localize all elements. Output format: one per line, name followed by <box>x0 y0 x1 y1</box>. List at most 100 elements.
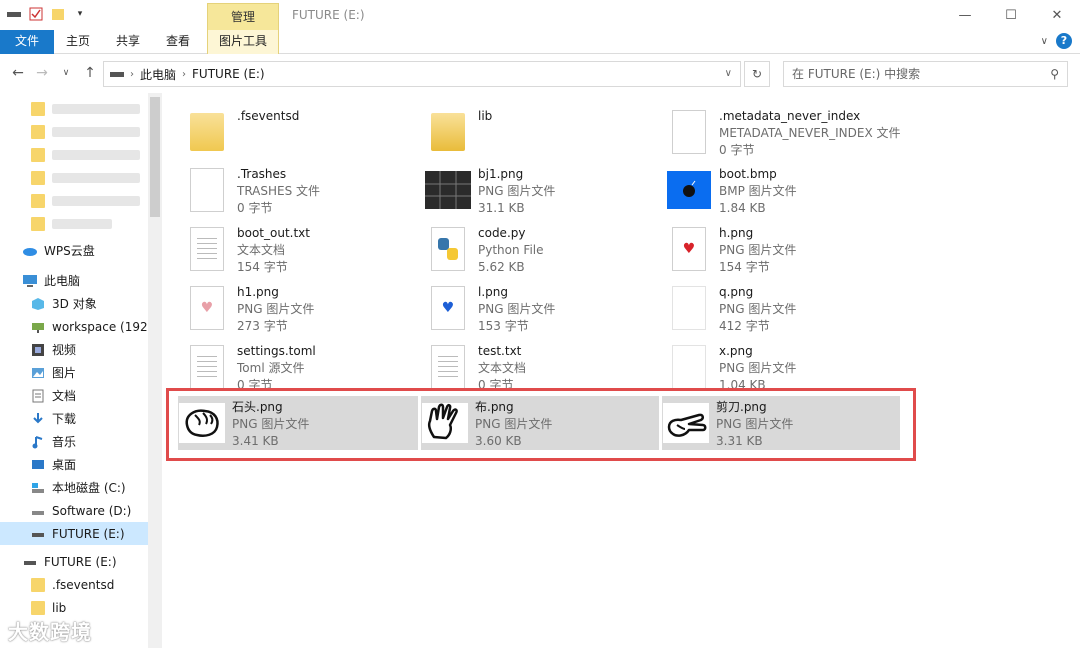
new-folder-icon[interactable] <box>50 6 66 22</box>
drive-icon[interactable] <box>6 6 22 22</box>
desktop-icon <box>30 458 46 472</box>
maximize-button[interactable]: ☐ <box>988 0 1034 30</box>
file-name: bj1.png <box>478 167 524 181</box>
manage-context-tab[interactable]: 管理 <box>207 3 279 30</box>
folder-icon <box>31 577 45 592</box>
library-folder-icon <box>424 108 472 156</box>
quick-access-item[interactable] <box>0 97 148 120</box>
window-title: FUTURE (E:) <box>292 8 365 22</box>
folder-icon <box>31 147 45 162</box>
sidebar-item-label: FUTURE (E:) <box>44 554 117 569</box>
music-icon <box>30 435 46 449</box>
file-type: 文本文档 <box>237 243 286 257</box>
file-type: PNG 图片文件 <box>719 302 797 316</box>
file-item[interactable]: ♥ l.png PNG 图片文件 153 字节 <box>424 281 660 335</box>
quick-access-item[interactable] <box>0 189 148 212</box>
tab-share[interactable]: 共享 <box>108 30 148 54</box>
file-type: PNG 图片文件 <box>719 361 797 375</box>
file-item[interactable]: bj1.png PNG 图片文件 31.1 KB <box>424 163 660 217</box>
file-item[interactable]: test.txt 文本文档 0 字节 <box>424 340 660 394</box>
sidebar-item-label: 视频 <box>52 343 77 357</box>
sidebar-item-pictures[interactable]: 图片 <box>0 361 148 384</box>
back-arrow-icon[interactable]: ← <box>10 65 26 81</box>
file-name: x.png <box>719 344 753 358</box>
sidebar-item-drive-c[interactable]: 本地磁盘 (C:) <box>0 476 148 499</box>
file-item[interactable]: .metadata_never_index METADATA_NEVER_INDE… <box>665 105 925 159</box>
sidebar-item-drive-d[interactable]: Software (D:) <box>0 499 148 522</box>
forward-arrow-icon[interactable]: → <box>34 65 50 81</box>
expand-ribbon-icon[interactable]: ∨ <box>1041 36 1048 47</box>
breadcrumb-chevron-icon[interactable]: › <box>130 69 134 80</box>
sidebar-item-label: 本地磁盘 (C:) <box>52 481 126 495</box>
file-size: 154 字节 <box>237 260 288 274</box>
file-item[interactable]: ♥ h1.png PNG 图片文件 273 字节 <box>183 281 419 335</box>
sidebar-item-videos[interactable]: 视频 <box>0 338 148 361</box>
navpane-scrollbar[interactable] <box>148 93 162 648</box>
help-icon[interactable]: ? <box>1056 33 1072 49</box>
breadcrumb-future-drive[interactable]: FUTURE (E:) <box>192 67 265 81</box>
folder-icon <box>31 124 45 139</box>
close-button[interactable]: ✕ <box>1034 0 1080 30</box>
text-file-icon <box>183 343 231 391</box>
sidebar-item-documents[interactable]: 文档 <box>0 384 148 407</box>
sidebar-item-workspace[interactable]: workspace (192.1 <box>0 315 148 338</box>
tab-home[interactable]: 主页 <box>58 30 98 54</box>
sidebar-item-label: 音乐 <box>52 435 77 449</box>
breadcrumb-chevron-icon[interactable]: › <box>182 69 186 80</box>
tab-picture-tools[interactable]: 图片工具 <box>207 30 279 54</box>
search-input[interactable]: 在 FUTURE (E:) 中搜索 ⚲ <box>783 61 1068 87</box>
sidebar-item-fseventsd[interactable]: .fseventsd <box>0 573 148 596</box>
quick-access-item[interactable] <box>0 212 148 235</box>
file-item[interactable]: lib <box>424 105 660 159</box>
recent-chevron-icon[interactable]: ∨ <box>58 68 74 78</box>
sidebar-item-desktop[interactable]: 桌面 <box>0 453 148 476</box>
file-item[interactable]: x.png PNG 图片文件 1.04 KB <box>665 340 901 394</box>
file-name: .metadata_never_index <box>719 109 861 123</box>
file-type: Python File <box>478 243 544 257</box>
address-row: ← → ∨ ↑ › 此电脑 › FUTURE (E:) ∨ ↻ 在 FUTURE… <box>0 55 1080 93</box>
file-item[interactable]: boot.bmp BMP 图片文件 1.84 KB <box>665 163 901 217</box>
file-item[interactable]: .fseventsd <box>183 105 419 159</box>
sidebar-item-label: Software (D:) <box>52 503 132 518</box>
file-item[interactable]: q.png PNG 图片文件 412 字节 <box>665 281 901 335</box>
usb-drive-icon <box>22 555 38 569</box>
file-item[interactable]: ♥ h.png PNG 图片文件 154 字节 <box>665 222 901 276</box>
scrollbar-thumb[interactable] <box>150 97 160 217</box>
quick-access-item[interactable] <box>0 143 148 166</box>
sidebar-item-this-pc[interactable]: 此电脑 <box>0 269 148 292</box>
search-placeholder: 在 FUTURE (E:) 中搜索 <box>792 67 921 81</box>
file-item[interactable]: .Trashes TRASHES 文件 0 字节 <box>183 163 419 217</box>
bomb-image-thumbnail <box>665 166 713 214</box>
address-bar[interactable]: › 此电脑 › FUTURE (E:) ∨ <box>103 61 741 87</box>
file-name: l.png <box>478 285 508 299</box>
file-item[interactable]: settings.toml Toml 源文件 0 字节 <box>183 340 419 394</box>
sidebar-item-downloads[interactable]: 下载 <box>0 407 148 430</box>
sidebar-item-3d-objects[interactable]: 3D 对象 <box>0 292 148 315</box>
tab-view[interactable]: 查看 <box>158 30 198 54</box>
sidebar-item-music[interactable]: 音乐 <box>0 430 148 453</box>
sidebar-item-drive-e[interactable]: FUTURE (E:) <box>0 522 148 545</box>
search-icon[interactable]: ⚲ <box>1050 62 1059 86</box>
sidebar-item-label: .fseventsd <box>52 577 115 592</box>
quick-access-item[interactable] <box>0 120 148 143</box>
sidebar-item-wps-cloud[interactable]: WPS云盘 <box>0 239 148 262</box>
breadcrumb-this-pc[interactable]: 此电脑 <box>140 66 176 83</box>
minimize-button[interactable]: — <box>942 0 988 30</box>
tab-file[interactable]: 文件 <box>0 30 54 54</box>
ribbon-right: ∨ ? <box>1041 33 1072 49</box>
file-item[interactable]: boot_out.txt 文本文档 154 字节 <box>183 222 419 276</box>
quick-access-item[interactable] <box>0 166 148 189</box>
folder-icon <box>183 108 231 156</box>
up-arrow-icon[interactable]: ↑ <box>82 65 98 81</box>
sidebar-item-label: 文档 <box>52 389 77 403</box>
properties-icon[interactable] <box>28 6 44 22</box>
file-size: 0 字节 <box>237 201 273 215</box>
download-icon <box>30 412 46 426</box>
video-icon <box>30 343 46 357</box>
refresh-button[interactable]: ↻ <box>744 61 770 87</box>
folder-icon <box>31 101 45 116</box>
address-dropdown-icon[interactable]: ∨ <box>725 68 732 79</box>
file-item[interactable]: code.py Python File 5.62 KB <box>424 222 660 276</box>
customize-toolbar-icon[interactable]: ▾ <box>72 6 88 22</box>
sidebar-item-drive-e-root[interactable]: FUTURE (E:) <box>0 550 148 573</box>
